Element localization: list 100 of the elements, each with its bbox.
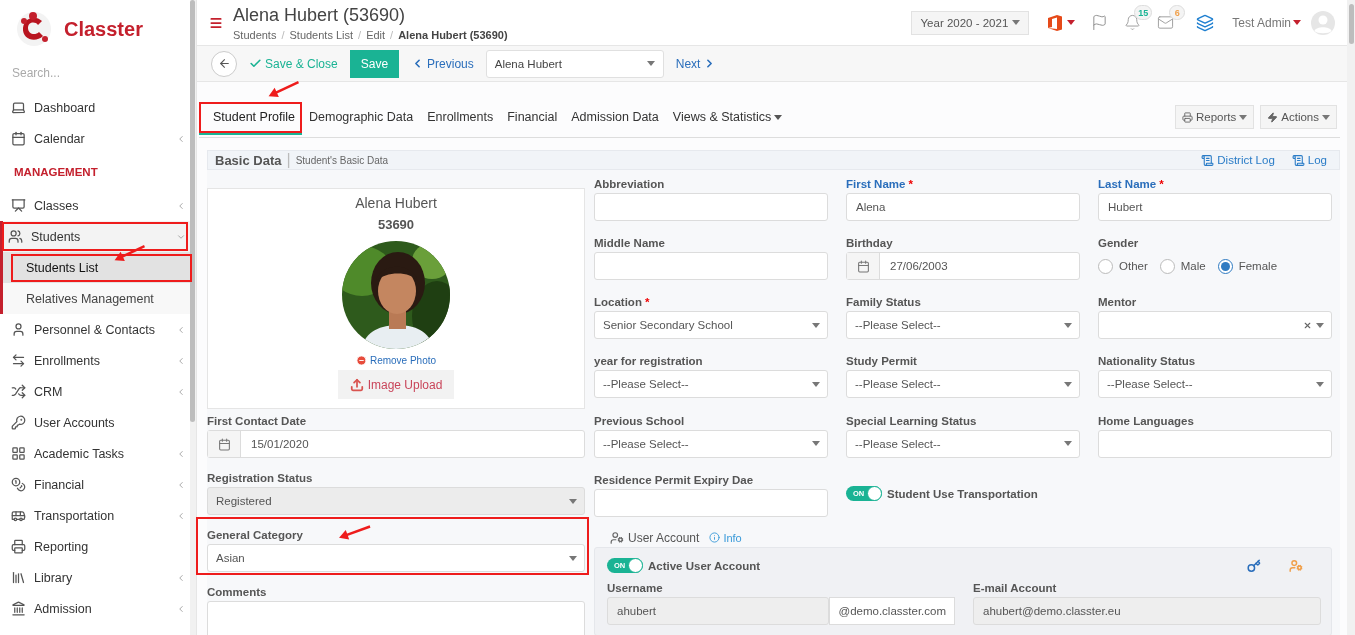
bank-icon <box>11 601 26 616</box>
presentation-icon <box>11 198 26 213</box>
sidebar-item[interactable]: Students <box>0 221 190 252</box>
date-field[interactable]: 15/01/2020 <box>207 430 585 458</box>
caret-icon <box>1239 114 1248 120</box>
action-dropdown[interactable]: Actions <box>1260 105 1337 129</box>
select-field[interactable]: --Please Select-- <box>594 429 828 458</box>
record-select[interactable]: Alena Hubert <box>485 49 664 78</box>
calendar-icon <box>11 131 26 146</box>
mail-icon[interactable] <box>1157 14 1175 31</box>
remove-photo-link[interactable]: Remove Photo <box>355 355 437 366</box>
radio-option[interactable]: Other <box>1098 258 1148 274</box>
shuffle-icon <box>11 384 26 399</box>
input-field[interactable] <box>594 252 828 281</box>
caret-icon <box>1064 381 1072 387</box>
field-label: Family Status <box>846 295 921 311</box>
breadcrumb-item[interactable]: Edit <box>366 28 386 41</box>
bell-icon[interactable] <box>1124 14 1142 31</box>
back-button[interactable] <box>211 50 237 77</box>
year-dropdown[interactable]: Year 2020 - 2021 <box>911 10 1030 35</box>
comments-field[interactable] <box>207 601 585 635</box>
search-field[interactable]: Search... <box>0 58 180 88</box>
select-field[interactable]: --Please Select-- <box>846 429 1080 458</box>
user-menu[interactable]: Test Admin <box>1232 15 1301 30</box>
tab[interactable]: Admission Data <box>564 102 666 137</box>
log-link[interactable]: Log <box>1291 153 1327 167</box>
field-label: Last Name * <box>1098 177 1164 192</box>
field-label: Previous School <box>594 413 685 429</box>
radio-button[interactable] <box>1098 258 1113 274</box>
scroll-icon <box>1291 153 1305 167</box>
select-field[interactable]: Senior Secondary School <box>594 311 828 340</box>
field-label: Comments <box>207 585 267 600</box>
input-field[interactable] <box>1098 429 1332 458</box>
radio-button[interactable] <box>1159 258 1175 274</box>
field-label: Username <box>607 580 663 596</box>
flag-icon[interactable] <box>1091 14 1109 31</box>
menu-icon[interactable] <box>209 15 223 30</box>
field-label: First Contact Date <box>207 414 307 429</box>
input-field[interactable] <box>594 488 828 517</box>
select-field[interactable]: --Please Select-- <box>846 370 1080 399</box>
previous-button[interactable]: Previous <box>411 56 474 71</box>
scroll-icon <box>1201 153 1215 167</box>
email-field[interactable]: ahubert@demo.classter.eu <box>973 596 1321 625</box>
tab[interactable]: Financial <box>500 102 565 137</box>
field-label: Abbreviation <box>594 177 665 192</box>
input-field[interactable]: Hubert <box>1098 193 1332 221</box>
logo-icon <box>16 11 52 47</box>
caret-icon <box>1067 20 1076 25</box>
caret-icon <box>812 381 820 387</box>
scrollbar[interactable] <box>1348 4 1354 44</box>
key-icon[interactable] <box>1247 558 1261 573</box>
layers-icon[interactable] <box>1196 13 1215 32</box>
key-icon <box>11 415 26 430</box>
caret-icon <box>812 441 820 447</box>
section-heading: MANAGEMENT <box>13 165 99 180</box>
toggle-label: Student Use Transportation <box>887 487 1038 500</box>
tab[interactable]: Views & Statistics <box>665 102 790 137</box>
calendar-icon <box>856 259 870 273</box>
select-field[interactable]: --Please Select-- <box>1098 370 1332 399</box>
field-label: Special Learning Status <box>846 413 977 429</box>
log-link[interactable]: District Log <box>1201 153 1275 167</box>
action-dropdown[interactable]: Reports <box>1175 105 1255 129</box>
radio-button[interactable] <box>1217 258 1233 274</box>
sidebar-subitem[interactable]: Relatives Management <box>0 283 190 314</box>
input-field[interactable]: Alena <box>846 193 1080 221</box>
lightning-icon <box>1267 111 1279 123</box>
clear-icon[interactable] <box>1303 320 1312 330</box>
user-settings-icon[interactable] <box>1289 558 1303 573</box>
field-label: Birthday <box>846 236 893 252</box>
info-icon <box>709 532 721 544</box>
breadcrumb-item[interactable]: Students <box>233 28 277 41</box>
input-field[interactable] <box>594 193 828 221</box>
field-label: E-mail Account <box>973 580 1057 596</box>
select-field[interactable]: --Please Select-- <box>846 311 1080 340</box>
caret-icon <box>1064 441 1072 447</box>
radio-option[interactable]: Female <box>1217 258 1278 274</box>
coins-icon <box>11 477 26 492</box>
select-field[interactable] <box>1098 311 1332 340</box>
tab[interactable]: Student Profile <box>199 102 302 135</box>
avatar-icon[interactable] <box>1311 10 1335 35</box>
field-label: Home Languages <box>1098 413 1194 429</box>
select-field[interactable]: Asian <box>207 544 585 572</box>
scrollbar[interactable] <box>190 0 195 422</box>
radio-option[interactable]: Male <box>1159 258 1206 274</box>
next-button[interactable]: Next <box>675 56 717 71</box>
breadcrumb-item[interactable]: Students List <box>289 28 354 41</box>
date-field[interactable]: 27/06/2003 <box>846 252 1080 281</box>
tab[interactable]: Demographic Data <box>302 102 421 137</box>
grid-icon <box>11 446 26 461</box>
office-icon[interactable] <box>1047 13 1064 32</box>
caret-icon <box>1293 20 1301 25</box>
field-label: year for registration <box>594 354 703 370</box>
panel-title: Basic Data <box>215 152 282 168</box>
caret-icon <box>1316 322 1324 328</box>
select-field[interactable]: --Please Select-- <box>594 370 828 399</box>
tab[interactable]: Enrollments <box>420 102 501 137</box>
username-field[interactable]: ahubert <box>607 596 830 625</box>
image-upload-button[interactable]: Image Upload <box>337 370 455 399</box>
caret-icon <box>569 498 577 504</box>
sidebar-subitem[interactable]: Students List <box>0 252 190 283</box>
